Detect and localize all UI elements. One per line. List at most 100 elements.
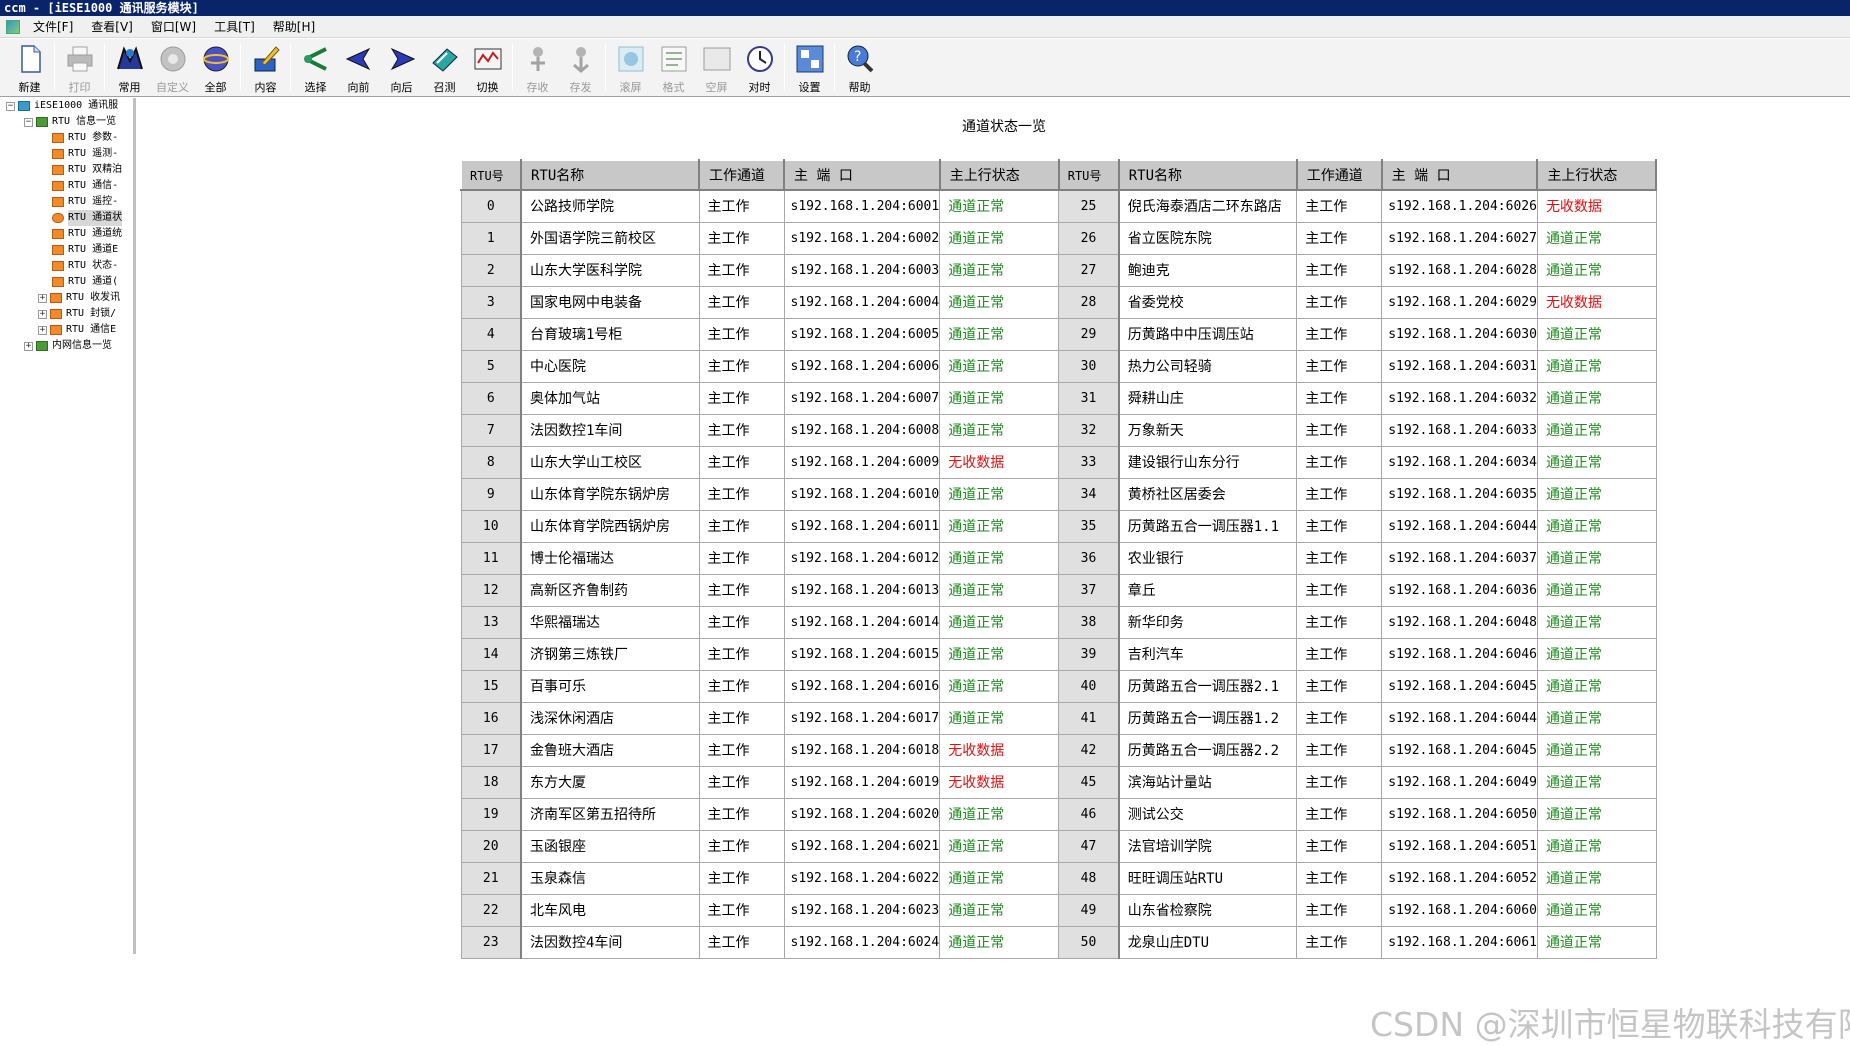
- toolbar-button-common[interactable]: 常用: [108, 39, 151, 95]
- header-main-port[interactable]: 主 端 口: [783, 159, 941, 191]
- table-row[interactable]: 5 中心医院 主工作 s192.168.1.204:6006 通道正常 30 热力公司轻骑主…: [460, 349, 1657, 383]
- tree-item[interactable]: RTU 通信-: [0, 178, 133, 194]
- toolbar-button-scroll-screen[interactable]: 滚屏: [609, 39, 652, 95]
- tree-item[interactable]: + RTU 封锁/: [0, 306, 133, 322]
- menu-window[interactable]: 窗口[W]: [142, 17, 205, 37]
- cell-work-channel: 主工作: [698, 701, 785, 735]
- toolbar-button-switch[interactable]: 切换: [466, 39, 509, 95]
- tree-item[interactable]: + RTU 通信E: [0, 322, 133, 338]
- collapse-icon[interactable]: −: [6, 101, 15, 111]
- table-row[interactable]: 20 玉函银座 主工作 s192.168.1.204:6021 通道正常 47 法官培训学院…: [460, 829, 1657, 863]
- header-work-channel[interactable]: 工作通道: [1295, 159, 1383, 191]
- cell-rtu-name: 热力公司轻骑: [1118, 349, 1298, 383]
- toolbar-button-content[interactable]: 内容: [244, 39, 287, 95]
- toolbar-button-printer[interactable]: 打印: [58, 39, 101, 95]
- table-row[interactable]: 8 山东大学山工校区 主工作 s192.168.1.204:6009 无收数据 33 建设银…: [460, 445, 1657, 479]
- table-row[interactable]: 13 华熙福瑞达 主工作 s192.168.1.204:6014 通道正常 38 新华印务主…: [460, 605, 1657, 639]
- expand-icon[interactable]: +: [38, 309, 47, 319]
- toolbar-button-format[interactable]: 格式: [652, 39, 695, 95]
- table-row[interactable]: 12 高新区齐鲁制药 主工作 s192.168.1.204:6013 通道正常 37 章丘主…: [460, 573, 1657, 607]
- header-main-port[interactable]: 主 端 口: [1380, 159, 1539, 191]
- table-row[interactable]: 6 奥体加气站 主工作 s192.168.1.204:6007 通道正常 31 舜耕山庄 主工…: [460, 381, 1657, 415]
- table-row[interactable]: 10 山东体育学院西锅炉房 主工作 s192.168.1.204:6011 通道正常 35…: [460, 509, 1657, 543]
- expand-icon[interactable]: +: [24, 341, 33, 351]
- tree-group-intranet-info[interactable]: + 内网信息一览: [0, 338, 133, 354]
- toolbar-button-back-arrow[interactable]: 向前: [337, 39, 380, 95]
- menu-view[interactable]: 查看[V]: [82, 17, 142, 37]
- table-row[interactable]: 2 山东大学医科学院 主工作 s192.168.1.204:6003 通道正常 27 鲍迪克…: [460, 253, 1657, 287]
- tree-item[interactable]: RTU 遥控-: [0, 194, 133, 210]
- toolbar-button-help[interactable]: ? 帮助: [838, 39, 881, 95]
- toolbar-button-clock-sync[interactable]: 对时: [738, 39, 781, 95]
- table-row[interactable]: 14 济钢第三炼铁厂 主工作 s192.168.1.204:6015 通道正常 39 吉利汽…: [460, 637, 1657, 671]
- toolbar-button-blank-screen[interactable]: 空屏: [695, 39, 738, 95]
- header-rtu-no[interactable]: RTU号: [460, 159, 522, 191]
- header-rtu-name[interactable]: RTU名称: [1117, 159, 1298, 191]
- cell-main-port: s192.168.1.204:6048: [1381, 605, 1538, 639]
- menu-tools[interactable]: 工具[T]: [205, 17, 264, 37]
- cell-rtu-no: 9: [460, 477, 522, 511]
- tree-item[interactable]: RTU 双精泊: [0, 162, 133, 178]
- expand-icon[interactable]: +: [38, 325, 47, 335]
- tree-item[interactable]: RTU 通道统: [0, 226, 133, 242]
- forward-arrow-icon: [386, 43, 418, 75]
- menu-file[interactable]: 文件[F]: [24, 17, 82, 37]
- table-row[interactable]: 7 法因数控1车间 主工作 s192.168.1.204:6008 通道正常 32 万象新天…: [460, 413, 1657, 447]
- toolbar-button-save-send[interactable]: 存发: [559, 39, 602, 95]
- cell-main-port: s192.168.1.204:6008: [783, 413, 941, 447]
- tree-item[interactable]: RTU 状态-: [0, 258, 133, 274]
- header-uplink-status[interactable]: 主上行状态: [938, 159, 1060, 191]
- toolbar-button-label: 常用: [118, 81, 141, 94]
- toolbar-button-new-file[interactable]: 新建: [8, 39, 51, 95]
- tree-group-rtu-info[interactable]: − RTU 信息一览: [0, 114, 133, 130]
- table-row[interactable]: 3 国家电网中电装备 主工作 s192.168.1.204:6004 通道正常 28 省委党…: [460, 285, 1657, 319]
- toolbar-button-forward-arrow[interactable]: 向后: [380, 39, 423, 95]
- tree-item[interactable]: RTU 通道(: [0, 274, 133, 290]
- toolbar-button-select[interactable]: 选择: [294, 39, 337, 95]
- cell-rtu-no: 7: [460, 413, 522, 447]
- header-work-channel[interactable]: 工作通道: [698, 159, 785, 191]
- toolbar-button-settings[interactable]: 设置: [788, 39, 831, 95]
- table-row[interactable]: 22 北车风电 主工作 s192.168.1.204:6023 通道正常 49 山东省检察院…: [460, 893, 1657, 927]
- header-uplink-status[interactable]: 主上行状态: [1536, 159, 1658, 191]
- table-row[interactable]: 1 外国语学院三箭校区 主工作 s192.168.1.204:6002 通道正常 26 省立…: [460, 221, 1657, 255]
- table-row[interactable]: 11 博士伦福瑞达 主工作 s192.168.1.204:6012 通道正常 36 农业银行…: [460, 541, 1657, 575]
- cell-work-channel: 主工作: [698, 733, 785, 767]
- toolbar-button-call-test[interactable]: 召测: [423, 39, 466, 95]
- table-row[interactable]: 15 百事可乐 主工作 s192.168.1.204:6016 通道正常 40 历黄路五合一…: [460, 669, 1657, 703]
- tree-item[interactable]: RTU 遥测-: [0, 146, 133, 162]
- computer-icon: [18, 101, 30, 111]
- table-row[interactable]: 19 济南军区第五招待所 主工作 s192.168.1.204:6020 通道正常 46 测…: [460, 797, 1657, 831]
- table-row[interactable]: 4 台育玻璃1号柜 主工作 s192.168.1.204:6005 通道正常 29 历黄路中…: [460, 317, 1657, 351]
- cell-uplink-status: 通道正常: [1536, 541, 1657, 575]
- cell-work-channel: 主工作: [1296, 285, 1383, 319]
- app-icon[interactable]: [6, 19, 20, 34]
- tree-item[interactable]: RTU 通道状: [0, 210, 133, 226]
- toolbar-button-all[interactable]: 全部: [194, 39, 237, 95]
- table-row[interactable]: 17 金鲁班大酒店 主工作 s192.168.1.204:6018 无收数据 42 历黄路五…: [460, 733, 1657, 767]
- table-row[interactable]: 21 玉泉森信 主工作 s192.168.1.204:6022 通道正常 48 旺旺调压站R…: [460, 861, 1657, 895]
- cell-rtu-name: 山东体育学院西锅炉房: [520, 509, 700, 543]
- table-row[interactable]: 18 东方大厦 主工作 s192.168.1.204:6019 无收数据 45 滨海站计量站…: [460, 765, 1657, 799]
- header-rtu-no[interactable]: RTU号: [1057, 159, 1120, 191]
- table-row[interactable]: 0 公路技师学院 主工作 s192.168.1.204:6001 通道正常 25 倪氏海泰酒…: [460, 189, 1657, 223]
- menu-help[interactable]: 帮助[H]: [264, 17, 324, 37]
- table-row[interactable]: 9 山东体育学院东锅炉房 主工作 s192.168.1.204:6010 通道正常 34 黄…: [460, 477, 1657, 511]
- tree-item[interactable]: + RTU 收发讯: [0, 290, 133, 306]
- tree-item[interactable]: RTU 通道E: [0, 242, 133, 258]
- toolbar-button-save-receive[interactable]: 存收: [516, 39, 559, 95]
- table-row[interactable]: 16 浅深休闲酒店 主工作 s192.168.1.204:6017 通道正常 41 历黄路五…: [460, 701, 1657, 735]
- toolbar-button-label: 帮助: [848, 81, 871, 94]
- cell-uplink-status: 无收数据: [939, 733, 1060, 767]
- tree-root[interactable]: − iESE1000 通讯服: [0, 98, 133, 114]
- folder-item-icon: [52, 245, 64, 255]
- expand-icon[interactable]: +: [38, 293, 47, 303]
- collapse-icon[interactable]: −: [24, 117, 33, 127]
- tree-item[interactable]: RTU 参数-: [0, 130, 133, 146]
- table-row[interactable]: 23 法因数控4车间 主工作 s192.168.1.204:6024 通道正常 50 龙泉山…: [460, 925, 1657, 959]
- cell-work-channel: 主工作: [1296, 765, 1383, 799]
- header-rtu-name[interactable]: RTU名称: [520, 159, 700, 191]
- cell-rtu-no: 17: [460, 733, 522, 767]
- folder-icon: [36, 341, 48, 351]
- toolbar-button-custom[interactable]: 自定义: [151, 39, 194, 95]
